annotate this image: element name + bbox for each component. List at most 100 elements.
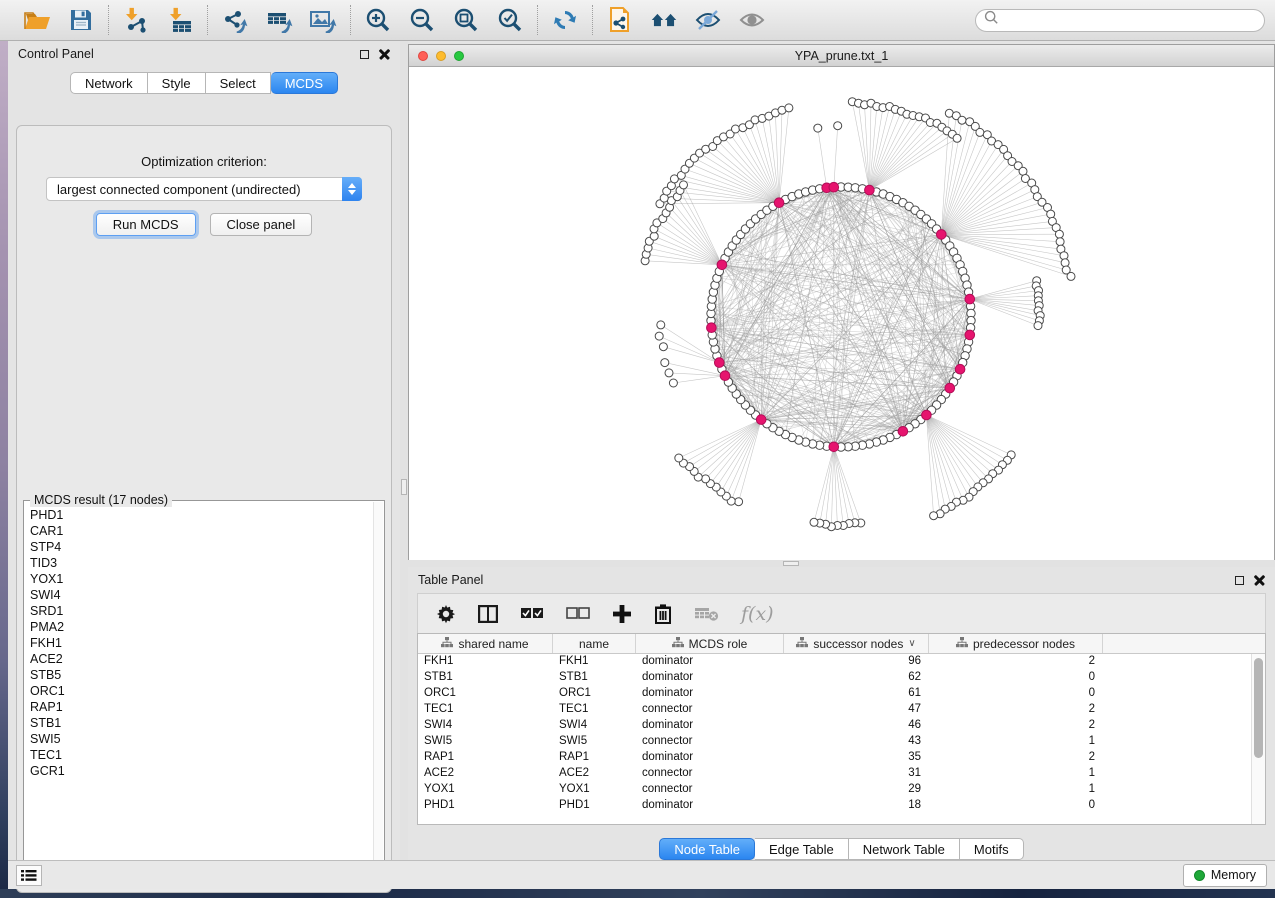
network-dominator-node[interactable]: [955, 364, 965, 374]
first-neighbors-icon[interactable]: [650, 6, 678, 34]
apply-layout-icon[interactable]: [551, 6, 579, 34]
network-node[interactable]: [650, 232, 658, 240]
table-row[interactable]: ORC1ORC1dominator610: [418, 686, 1251, 702]
result-list-item[interactable]: PHD1: [30, 507, 372, 523]
run-mcds-button[interactable]: Run MCDS: [96, 213, 196, 236]
network-node[interactable]: [1056, 238, 1064, 246]
horizontal-splitter[interactable]: [408, 560, 1275, 567]
table-row[interactable]: PHD1PHD1dominator180: [418, 798, 1251, 814]
close-panel-icon[interactable]: [1254, 575, 1265, 586]
network-dominator-node[interactable]: [865, 185, 875, 195]
network-node[interactable]: [1061, 259, 1069, 267]
result-list-item[interactable]: STB1: [30, 715, 372, 731]
network-node[interactable]: [834, 122, 842, 130]
network-from-selection-icon[interactable]: [606, 6, 634, 34]
function-builder-icon[interactable]: f(x): [741, 601, 774, 627]
network-node[interactable]: [814, 124, 822, 132]
result-list-item[interactable]: TID3: [30, 555, 372, 571]
network-node[interactable]: [1047, 210, 1055, 218]
result-scrollbar[interactable]: [373, 502, 383, 870]
splitter-handle[interactable]: [783, 561, 799, 566]
network-node[interactable]: [953, 134, 961, 142]
network-node[interactable]: [958, 116, 966, 124]
network-node[interactable]: [655, 332, 663, 340]
close-panel-icon[interactable]: [379, 49, 390, 60]
network-dominator-node[interactable]: [829, 442, 839, 452]
network-dominator-node[interactable]: [715, 358, 725, 368]
network-node[interactable]: [675, 454, 683, 462]
result-list-item[interactable]: ORC1: [30, 683, 372, 699]
vertical-splitter[interactable]: [400, 41, 408, 860]
result-list-item[interactable]: SWI5: [30, 731, 372, 747]
table-row[interactable]: YOX1YOX1connector291: [418, 782, 1251, 798]
tab-select[interactable]: Select: [206, 72, 271, 94]
column-header-successor-nodes[interactable]: successor nodes∨: [784, 634, 929, 653]
result-list-item[interactable]: PMA2: [30, 619, 372, 635]
network-node[interactable]: [657, 321, 665, 329]
network-node[interactable]: [669, 379, 677, 387]
criterion-dropdown[interactable]: largest connected component (undirected): [46, 177, 362, 201]
column-header-MCDS-role[interactable]: MCDS role: [636, 634, 784, 653]
console-button[interactable]: [16, 865, 42, 886]
network-node[interactable]: [735, 498, 743, 506]
network-node[interactable]: [1055, 230, 1063, 238]
window-minimize-icon[interactable]: [436, 51, 446, 61]
network-dominator-node[interactable]: [898, 427, 908, 437]
tab-style[interactable]: Style: [148, 72, 206, 94]
network-dominator-node[interactable]: [829, 182, 839, 192]
window-zoom-icon[interactable]: [454, 51, 464, 61]
deselect-all-icon[interactable]: [566, 601, 590, 627]
splitter-handle[interactable]: [401, 479, 407, 495]
select-all-icon[interactable]: [520, 601, 544, 627]
network-node[interactable]: [680, 181, 688, 189]
network-node[interactable]: [665, 369, 673, 377]
tab-edge-table[interactable]: Edge Table: [755, 838, 849, 860]
network-dominator-node[interactable]: [937, 230, 947, 240]
delete-table-icon[interactable]: [694, 601, 719, 627]
network-node[interactable]: [661, 359, 669, 367]
show-all-icon[interactable]: [738, 6, 766, 34]
network-node[interactable]: [751, 116, 759, 124]
network-dominator-node[interactable]: [922, 410, 932, 420]
import-network-icon[interactable]: [122, 6, 150, 34]
network-graph[interactable]: [409, 67, 1274, 560]
network-node[interactable]: [732, 125, 740, 133]
network-dominator-node[interactable]: [965, 330, 975, 340]
table-row[interactable]: FKH1FKH1dominator962: [418, 654, 1251, 670]
window-close-icon[interactable]: [418, 51, 428, 61]
result-list-item[interactable]: SRD1: [30, 603, 372, 619]
network-dominator-node[interactable]: [945, 383, 955, 393]
network-canvas[interactable]: [409, 67, 1274, 560]
network-node[interactable]: [976, 128, 984, 136]
network-dominator-node[interactable]: [965, 294, 975, 304]
network-node[interactable]: [810, 518, 818, 526]
export-table-icon[interactable]: [265, 6, 293, 34]
column-header-name[interactable]: name: [553, 634, 636, 653]
result-list-item[interactable]: GCR1: [30, 763, 372, 779]
result-list-item[interactable]: STP4: [30, 539, 372, 555]
import-table-icon[interactable]: [166, 6, 194, 34]
result-list-item[interactable]: TEC1: [30, 747, 372, 763]
network-node[interactable]: [702, 475, 710, 483]
search-input[interactable]: [999, 13, 1256, 27]
export-image-icon[interactable]: [309, 6, 337, 34]
float-panel-icon[interactable]: [360, 50, 369, 59]
column-header-shared-name[interactable]: shared name: [418, 634, 553, 653]
network-node[interactable]: [659, 343, 667, 351]
open-session-icon[interactable]: [23, 6, 51, 34]
tab-network[interactable]: Network: [70, 72, 148, 94]
result-list-item[interactable]: CAR1: [30, 523, 372, 539]
close-panel-button[interactable]: Close panel: [210, 213, 313, 236]
table-row[interactable]: TEC1TEC1connector472: [418, 702, 1251, 718]
result-list-item[interactable]: STB5: [30, 667, 372, 683]
network-titlebar[interactable]: YPA_prune.txt_1: [409, 45, 1274, 67]
zoom-selected-icon[interactable]: [496, 6, 524, 34]
tab-motifs[interactable]: Motifs: [960, 838, 1024, 860]
table-scrollbar[interactable]: [1251, 654, 1265, 824]
network-dominator-node[interactable]: [774, 198, 784, 208]
fit-content-icon[interactable]: [452, 6, 480, 34]
attribute-settings-icon[interactable]: [436, 601, 456, 627]
zoom-out-icon[interactable]: [408, 6, 436, 34]
network-dominator-node[interactable]: [756, 415, 766, 425]
hide-selected-icon[interactable]: [694, 6, 722, 34]
